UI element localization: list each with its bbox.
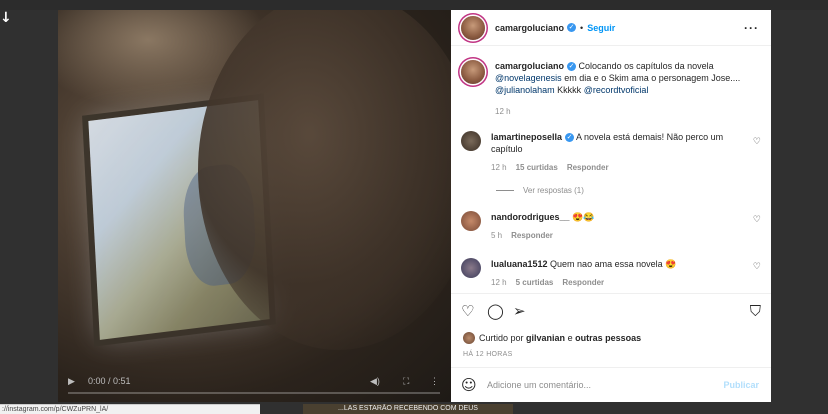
comment-input[interactable]: Adicione um comentário... [487, 380, 591, 390]
comment-body: Quem nao ama essa novela 😍 [550, 259, 677, 269]
bookmark-icon[interactable]: ⛉ [750, 302, 761, 320]
caption-text: camargoluciano ✓ Colocando os capítulos d… [495, 60, 757, 118]
mention-link[interactable]: @novelagenesis [495, 73, 562, 83]
comment-likes[interactable]: 15 curtidas [516, 163, 558, 172]
comment-icon[interactable]: ◯ [487, 302, 504, 320]
comment-meta: 12 h 5 curtidas Responder [491, 277, 753, 289]
separator-dot: • [580, 22, 584, 33]
liked-by-others[interactable]: outras pessoas [575, 333, 641, 343]
comment: lualuana1512 Quem nao ama essa novela 😍 … [461, 258, 753, 289]
comment-time[interactable]: 12 h [491, 278, 507, 287]
verified-icon: ✓ [565, 133, 575, 143]
video-time: 0:00 / 0:51 [88, 376, 131, 386]
caption-username[interactable]: camargoluciano [495, 61, 564, 71]
comment-avatar[interactable] [461, 131, 481, 151]
reply-button[interactable]: Responder [567, 163, 609, 172]
background-banner: ...LAS ESTARÃO RECEBENDO COM DEUS [303, 404, 513, 414]
comment-likes[interactable]: 5 curtidas [516, 278, 554, 287]
caption-body-3: Kkkkk [554, 85, 584, 95]
more-options-icon[interactable]: ··· [744, 21, 759, 35]
like-comment-icon[interactable]: ♡ [753, 137, 761, 147]
like-comment-icon[interactable]: ♡ [753, 215, 761, 225]
comment-meta: 12 h 15 curtidas Responder [491, 162, 753, 174]
play-icon[interactable]: ▶ [68, 376, 75, 387]
avatar[interactable] [461, 15, 485, 40]
post-header: camargoluciano ✓ • Seguir ··· [451, 10, 771, 46]
liked-by-user[interactable]: gilvanian [526, 333, 565, 343]
comment-time[interactable]: 12 h [491, 163, 507, 172]
follow-button[interactable]: Seguir [587, 23, 615, 33]
reply-button[interactable]: Responder [511, 231, 553, 240]
mention-link[interactable]: @recordtvoficial [584, 85, 649, 95]
action-bar: ♡ ◯ ➢ ⛉ [451, 293, 771, 333]
comment-text: lamartineposella ✓ A novela está demais! … [491, 131, 753, 174]
heart-icon[interactable]: ♡ [461, 302, 474, 320]
comment-text: lualuana1512 Quem nao ama essa novela 😍 … [491, 258, 753, 289]
comment-text: nandorodrigues__ 😍😂 5 h Responder [491, 211, 753, 242]
publish-button[interactable]: Publicar [723, 380, 759, 390]
caption: camargoluciano ✓ Colocando os capítulos d… [461, 60, 757, 118]
video-more-icon[interactable]: ⋮ [430, 376, 439, 387]
comment-body: 😍😂 [572, 212, 595, 222]
comment-username[interactable]: nandorodrigues__ [491, 212, 570, 222]
comment: nandorodrigues__ 😍😂 5 h Responder [461, 211, 753, 242]
comment-time[interactable]: 5 h [491, 231, 502, 240]
liked-by-prefix: Curtido por [479, 333, 524, 343]
download-arrow-icon[interactable]: ↓ [0, 10, 14, 28]
post-panel: camargoluciano ✓ • Seguir ··· camargoluc… [451, 10, 771, 402]
status-url: ://instagram.com/p/CWZuPRN_lA/ [0, 404, 260, 414]
page-background [0, 0, 828, 10]
comment-avatar[interactable] [461, 211, 481, 231]
comment-avatar[interactable] [461, 258, 481, 278]
comment-meta: 5 h Responder [491, 230, 753, 242]
like-comment-icon[interactable]: ♡ [753, 262, 761, 272]
header-username[interactable]: camargoluciano [495, 23, 564, 33]
add-comment-bar: ☺ Adicione um comentário... Publicar [451, 367, 771, 402]
liked-by-mid: e [567, 333, 573, 343]
caption-time[interactable]: 12 h [495, 107, 511, 116]
verified-icon: ✓ [567, 23, 577, 32]
video-player[interactable]: ▶ 0:00 / 0:51 ◀) ⛶ ⋮ [58, 10, 451, 402]
reply-button[interactable]: Responder [562, 278, 604, 287]
emoji-icon[interactable]: ☺ [461, 376, 477, 394]
verified-icon: ✓ [567, 62, 577, 72]
caption-body-2: em dia e o Skim ama o personagem Jose...… [561, 73, 741, 83]
video-progress-bar[interactable] [68, 392, 440, 394]
caption-avatar[interactable] [461, 60, 485, 84]
mention-link[interactable]: @julianolaham [495, 85, 555, 95]
caption-meta: 12 h [495, 106, 757, 118]
post-time[interactable]: HÁ 12 HORAS [463, 351, 513, 358]
comment: lamartineposella ✓ A novela está demais! … [461, 131, 753, 174]
stage: ↓ ▶ 0:00 / 0:51 ◀) ⛶ ⋮ camargoluciano ✓ … [0, 0, 828, 414]
view-replies-label[interactable]: Ver respostas (1) [523, 186, 584, 195]
comment-username[interactable]: lamartineposella [491, 132, 562, 142]
share-icon[interactable]: ➢ [513, 302, 526, 320]
liked-by: Curtido por gilvanian e outras pessoas [463, 332, 641, 344]
volume-icon[interactable]: ◀) [370, 376, 380, 387]
liker-avatar[interactable] [463, 332, 475, 344]
view-replies[interactable]: Ver respostas (1) [496, 186, 584, 195]
video-controls: ▶ 0:00 / 0:51 ◀) ⛶ ⋮ [58, 368, 451, 402]
comment-username[interactable]: lualuana1512 [491, 259, 548, 269]
fullscreen-icon[interactable]: ⛶ [403, 376, 409, 387]
caption-body: Colocando os capítulos da novela [578, 61, 714, 71]
